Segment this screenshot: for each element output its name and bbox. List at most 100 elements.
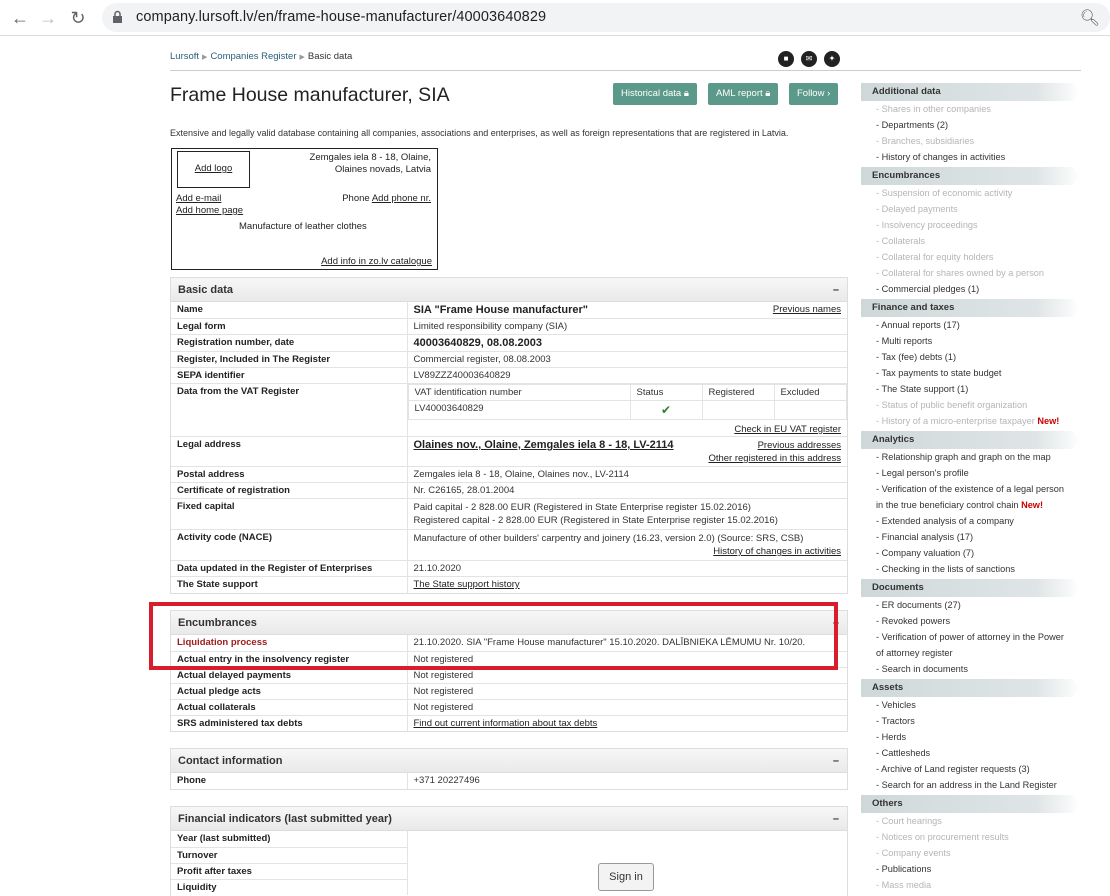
historical-data-button[interactable]: Historical data 🔒︎ [613, 83, 697, 105]
sidebar-section-header[interactable]: Documents [861, 579, 1081, 597]
sidebar-item[interactable]: - Search for an address in the Land Regi… [861, 777, 1081, 793]
table-row: Phone +371 20227496 [171, 773, 847, 789]
sidebar-item[interactable]: - Tax (fee) debts (1) [861, 349, 1081, 365]
sidebar-item-label: Search for an address in the Land Regist… [881, 780, 1057, 790]
sidebar-item[interactable]: in the true beneficiary control chain Ne… [861, 497, 1081, 513]
back-icon[interactable]: ← [8, 6, 32, 30]
sidebar-item[interactable]: - Publications [861, 861, 1081, 877]
sidebar-item: - Branches, subsidiaries [876, 136, 975, 146]
row-key: Actual collaterals [171, 699, 408, 716]
row-key: Activity code (NACE) [171, 529, 408, 561]
table-row: Postal address Zemgales iela 8 - 18, Olai… [171, 466, 847, 483]
tax-debts-link[interactable]: Find out current information about tax d… [414, 718, 598, 729]
section-title: Contact information [178, 755, 283, 767]
row-value: Olaines nov., Olaine, Zemgales iela 8 - … [407, 436, 847, 467]
table-row: SEPA identifier LV89ZZZ40003640829 [171, 367, 847, 384]
row-value: VAT identification number Status Registere… [407, 383, 847, 437]
previous-names-link[interactable]: Previous names [773, 304, 841, 315]
sidebar-item[interactable]: - Multi reports [861, 333, 1081, 349]
sidebar-section-header[interactable]: Finance and taxes [861, 299, 1081, 317]
sidebar-item-label: ER documents (27) [881, 600, 961, 610]
table-row: Registration number, date 40003640829, 08… [171, 334, 847, 352]
sidebar-item[interactable]: - Checking in the lists of sanctions [861, 561, 1081, 577]
sidebar-item[interactable]: - Vehicles [861, 697, 1081, 713]
sidebar-item[interactable]: - Departments (2) [861, 117, 1081, 133]
collapse-icon[interactable]: – [833, 749, 839, 773]
print-icon[interactable]: ■ [778, 51, 794, 67]
sidebar-item[interactable]: - Cattlesheds [861, 745, 1081, 761]
sidebar-item[interactable]: - The State support (1) [861, 381, 1081, 397]
add-email-link[interactable]: Add e-mail [176, 193, 221, 204]
email-icon[interactable]: ✉ [801, 51, 817, 67]
registered-capital: Registered capital - 2 828.00 EUR (Regis… [413, 515, 778, 526]
check-eu-vat-link[interactable]: Check in EU VAT register [734, 424, 841, 435]
previous-addresses-link[interactable]: Previous addresses [758, 440, 841, 451]
intro-text: Extensive and legally valid database con… [170, 128, 789, 138]
vat-row: LV40003640829 ✔ [407, 400, 847, 420]
sidebar-item[interactable]: - Archive of Land register requests (3) [861, 761, 1081, 777]
breadcrumb: Lursoft ▶ Companies Register ▶ Basic data [170, 51, 352, 62]
section-header[interactable]: Contact information – [171, 749, 847, 773]
table-row: Data from the VAT Register VAT identific… [171, 383, 847, 437]
add-phone-link[interactable]: Add phone nr. [372, 193, 431, 204]
sidebar-section-header[interactable]: Encumbrances [861, 167, 1081, 185]
other-registered-link[interactable]: Other registered in this address [708, 453, 841, 464]
sidebar-item[interactable]: - Commercial pledges (1) [861, 281, 1081, 297]
add-home-page-link[interactable]: Add home page [176, 205, 243, 216]
sign-in-button[interactable]: Sign in [598, 863, 654, 891]
add-logo-link[interactable]: Add logo [195, 163, 233, 174]
sidebar-item[interactable]: of attorney register [861, 645, 1081, 661]
legal-address-link[interactable]: Olaines nov., Olaine, Zemgales iela 8 - … [414, 439, 674, 451]
sidebar-section-header[interactable]: Assets [861, 679, 1081, 697]
pdf-icon[interactable]: ✦ [824, 51, 840, 67]
sidebar-section-header[interactable]: Additional data [861, 83, 1081, 101]
address-line-2: Olaines novads, Latvia [334, 164, 431, 175]
collapse-icon[interactable]: – [833, 807, 839, 831]
sidebar-item[interactable]: - Verification of power of attorney in t… [861, 629, 1081, 645]
sidebar-item[interactable]: - Annual reports (17) [861, 317, 1081, 333]
sidebar-item: - Shares in other companies [876, 104, 991, 114]
sidebar-item[interactable]: - Relationship graph and graph on the ma… [861, 449, 1081, 465]
sidebar-item-label: Verification of the existence of a legal… [881, 484, 1064, 494]
reload-icon[interactable]: ↻ [66, 6, 90, 30]
zoom-icon[interactable]: 🔍︎ [1080, 8, 1100, 28]
sidebar-item[interactable]: - Extended analysis of a company [861, 513, 1081, 529]
row-value: Paid capital - 2 828.00 EUR (Registered … [407, 498, 847, 530]
card-phone: Phone Add phone nr. [342, 193, 431, 204]
sidebar-item[interactable]: - Verification of the existence of a leg… [861, 481, 1081, 497]
row-value: Not registered [407, 699, 847, 716]
row-value: LV89ZZZ40003640829 [407, 367, 847, 384]
row-key: Postal address [171, 466, 408, 483]
chevron-right-icon: › [827, 88, 831, 99]
sidebar-item[interactable]: - Tax payments to state budget [861, 365, 1081, 381]
sidebar-item[interactable]: - Search in documents [861, 661, 1081, 677]
sidebar-item[interactable]: - Tractors [861, 713, 1081, 729]
sidebar-item[interactable]: - Company valuation (7) [861, 545, 1081, 561]
sidebar-section-header[interactable]: Analytics [861, 431, 1081, 449]
sidebar-section-header[interactable]: Others [861, 795, 1081, 813]
sidebar-item-label: Herds [881, 732, 907, 742]
section-header[interactable]: Basic data – [171, 278, 847, 302]
forward-icon[interactable]: → [36, 6, 60, 30]
add-info-link[interactable]: Add info in zo.lv catalogue [321, 256, 432, 267]
sidebar-item[interactable]: - History of changes in activities [861, 149, 1081, 165]
sidebar-item[interactable]: - Herds [861, 729, 1081, 745]
sidebar-item[interactable]: - ER documents (27) [861, 597, 1081, 613]
address-bar[interactable]: company.lursoft.lv/en/frame-house-manufa… [102, 3, 1110, 32]
sidebar-item-label: Search in documents [881, 664, 968, 674]
sidebar-item[interactable]: - Revoked powers [861, 613, 1081, 629]
breadcrumb-lursoft[interactable]: Lursoft [170, 51, 199, 62]
activities-history-link[interactable]: History of changes in activities [713, 546, 841, 557]
sidebar-item-label: Suspension of economic activity [881, 188, 1013, 198]
follow-button[interactable]: Follow › [789, 83, 839, 105]
sidebar-item[interactable]: - Financial analysis (17) [861, 529, 1081, 545]
aml-report-button[interactable]: AML report 🔒︎ [708, 83, 779, 105]
sidebar-item[interactable]: - Legal person's profile [861, 465, 1081, 481]
section-header[interactable]: Financial indicators (last submitted yea… [171, 807, 847, 831]
breadcrumb-companies-register[interactable]: Companies Register [210, 51, 296, 62]
collapse-icon[interactable]: – [833, 278, 839, 302]
contact-table: Phone +371 20227496 [171, 773, 847, 789]
row-key: The State support [171, 576, 408, 593]
state-support-link[interactable]: The State support history [414, 579, 520, 590]
vat-col-header: VAT identification number [407, 384, 631, 401]
